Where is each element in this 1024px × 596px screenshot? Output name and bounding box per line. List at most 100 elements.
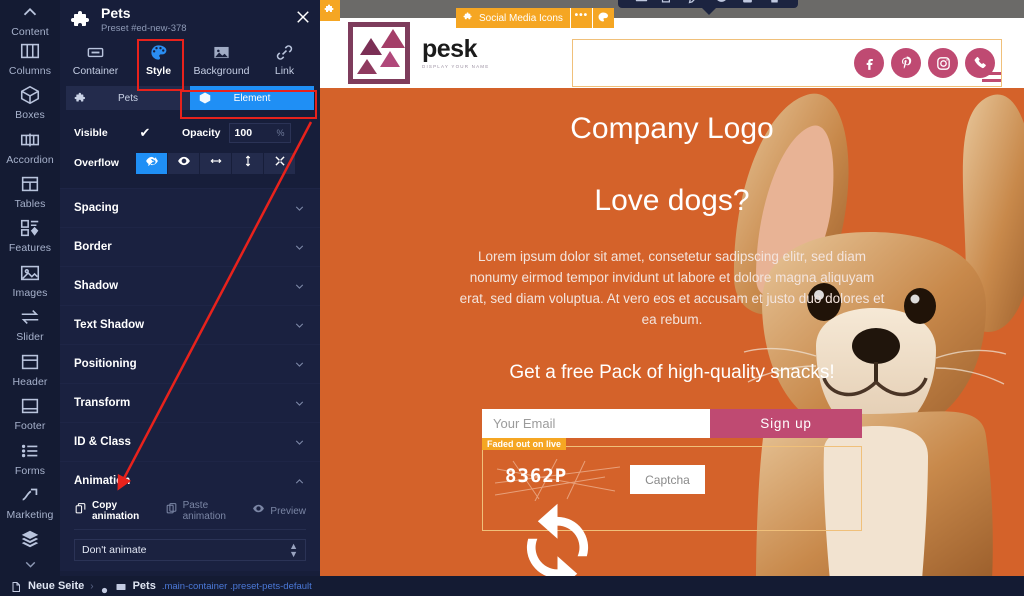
lock-icon[interactable] bbox=[740, 0, 755, 5]
close-icon[interactable] bbox=[294, 8, 312, 26]
section-spacing[interactable]: Spacing bbox=[60, 188, 320, 227]
element-badge-label-button[interactable]: Social Media Icons bbox=[456, 8, 570, 28]
edit-pencil-icon[interactable] bbox=[687, 0, 702, 5]
tab-style[interactable]: Style bbox=[127, 39, 190, 81]
hamburger-menu-icon[interactable] bbox=[982, 72, 1001, 82]
sidebar-label-columns: Columns bbox=[9, 65, 51, 77]
sidebar-label-header: Header bbox=[12, 376, 47, 388]
tab-label-background: Background bbox=[193, 65, 249, 77]
chevron-down-icon bbox=[293, 280, 306, 293]
preview-animation-button[interactable]: Preview bbox=[252, 502, 306, 520]
duplicate-icon[interactable] bbox=[660, 0, 675, 5]
visible-checkbox[interactable]: ✔ bbox=[136, 125, 154, 141]
tab-background[interactable]: Background bbox=[190, 39, 253, 81]
sidebar-item-slider[interactable]: Slider bbox=[0, 303, 60, 347]
copy-animation-button[interactable]: Copy animation bbox=[74, 500, 152, 522]
page-file-icon bbox=[10, 580, 22, 592]
captcha-block: Faded out on live bbox=[482, 446, 862, 531]
brand-tagline: DISPLAY YOUR NAME bbox=[422, 64, 489, 69]
section-animation[interactable]: Animation bbox=[60, 461, 320, 500]
section-label-positioning: Positioning bbox=[74, 358, 137, 370]
sidebar-item-columns[interactable]: Columns bbox=[0, 36, 60, 80]
panel-header: Pets Preset #ed-new-378 bbox=[60, 0, 320, 36]
facebook-icon[interactable] bbox=[854, 48, 884, 78]
paste-animation-button[interactable]: Paste animation bbox=[165, 500, 240, 522]
section-border[interactable]: Border bbox=[60, 227, 320, 266]
logo-mark bbox=[348, 22, 410, 84]
animation-select[interactable]: Don't animate ▲▼ bbox=[74, 539, 306, 561]
sidebar-item-accordion[interactable]: Accordion bbox=[0, 125, 60, 169]
tab-link[interactable]: Link bbox=[253, 39, 316, 81]
segment-label-pets: Pets bbox=[118, 93, 138, 104]
cube-icon bbox=[198, 91, 212, 105]
section-shadow[interactable]: Shadow bbox=[60, 266, 320, 305]
section-text-shadow[interactable]: Text Shadow bbox=[60, 305, 320, 344]
sidebar-item-boxes[interactable]: Boxes bbox=[0, 80, 60, 124]
sidebar-item-content[interactable]: Content bbox=[0, 2, 60, 36]
segment-element[interactable]: Element bbox=[190, 86, 314, 110]
status-bar: Neue Seite › Pets .main-container .prese… bbox=[0, 576, 1024, 596]
segment-pets[interactable]: Pets bbox=[66, 86, 190, 110]
overflow-hidden-button[interactable] bbox=[136, 153, 168, 174]
section-label-transform: Transform bbox=[74, 397, 130, 409]
captcha-input[interactable]: Captcha bbox=[630, 465, 705, 494]
sidebar-item-features[interactable]: Features bbox=[0, 214, 60, 258]
chevron-down-icon bbox=[293, 397, 306, 410]
hero-section: Company Logo Love dogs? Lorem ipsum dolo… bbox=[320, 88, 1024, 576]
captcha-image: 8362P bbox=[505, 465, 610, 495]
status-element-label[interactable]: Pets bbox=[133, 580, 156, 592]
section-label-shadow: Shadow bbox=[74, 280, 118, 292]
overflow-visible-button[interactable] bbox=[168, 153, 200, 174]
tab-container[interactable]: Container bbox=[64, 39, 127, 81]
table-icon bbox=[19, 173, 41, 195]
canvas-corner-element-tag[interactable] bbox=[320, 0, 340, 21]
sidebar-item-layers[interactable] bbox=[0, 525, 60, 554]
section-positioning[interactable]: Positioning bbox=[60, 344, 320, 383]
status-page-label[interactable]: Neue Seite bbox=[28, 580, 84, 592]
mini-toolbar-caret bbox=[700, 6, 718, 15]
background-image-icon bbox=[212, 43, 231, 62]
header-icon bbox=[19, 351, 41, 373]
trash-icon[interactable] bbox=[767, 0, 782, 5]
eye-icon bbox=[252, 502, 265, 520]
instagram-icon[interactable] bbox=[928, 48, 958, 78]
breadcrumb-separator: › bbox=[90, 581, 93, 592]
opacity-input[interactable]: 100 % bbox=[229, 123, 291, 143]
overflow-vertical-button[interactable] bbox=[232, 153, 264, 174]
section-label-id-class: ID & Class bbox=[74, 436, 131, 448]
image-icon[interactable] bbox=[634, 0, 649, 5]
palette-icon bbox=[149, 43, 168, 62]
hero-paragraph: Lorem ipsum dolor sit amet, consetetur s… bbox=[457, 246, 887, 330]
sidebar-item-forms[interactable]: Forms bbox=[0, 436, 60, 480]
chevron-down-icon bbox=[293, 436, 306, 449]
chevron-down-icon bbox=[293, 241, 306, 254]
sidebar-item-header[interactable]: Header bbox=[0, 347, 60, 391]
section-id-class[interactable]: ID & Class bbox=[60, 422, 320, 461]
sidebar-scroll-down-chevron[interactable] bbox=[0, 554, 60, 576]
sidebar-item-footer[interactable]: Footer bbox=[0, 392, 60, 436]
image-icon bbox=[19, 262, 41, 284]
pinterest-icon[interactable] bbox=[891, 48, 921, 78]
overflow-horizontal-button[interactable] bbox=[200, 153, 232, 174]
site-logo[interactable]: pesk DISPLAY YOUR NAME bbox=[348, 22, 489, 84]
hero-company-logo-text: Company Logo bbox=[320, 112, 1024, 146]
tab-label-link: Link bbox=[275, 65, 294, 77]
eye-icon[interactable] bbox=[714, 0, 729, 5]
element-badge-style-button[interactable] bbox=[592, 8, 614, 28]
overflow-button-group bbox=[136, 153, 296, 174]
sidebar-item-marketing[interactable]: Marketing bbox=[0, 480, 60, 524]
sidebar-item-tables[interactable]: Tables bbox=[0, 169, 60, 213]
image-icon bbox=[115, 580, 127, 592]
brand-block: pesk DISPLAY YOUR NAME bbox=[422, 37, 489, 69]
slider-arrows-icon bbox=[19, 306, 41, 328]
email-field[interactable]: Your Email bbox=[482, 409, 710, 438]
sidebar-item-images[interactable]: Images bbox=[0, 258, 60, 302]
section-transform[interactable]: Transform bbox=[60, 383, 320, 422]
section-label-text-shadow: Text Shadow bbox=[74, 319, 144, 331]
overflow-auto-button[interactable] bbox=[264, 153, 296, 174]
section-label-border: Border bbox=[74, 241, 112, 253]
element-badge-more-button[interactable]: ••• bbox=[570, 8, 592, 28]
signup-button[interactable]: Sign up bbox=[710, 409, 862, 438]
panel-title: Pets bbox=[101, 6, 187, 21]
social-media-icons-block[interactable] bbox=[572, 39, 1002, 87]
